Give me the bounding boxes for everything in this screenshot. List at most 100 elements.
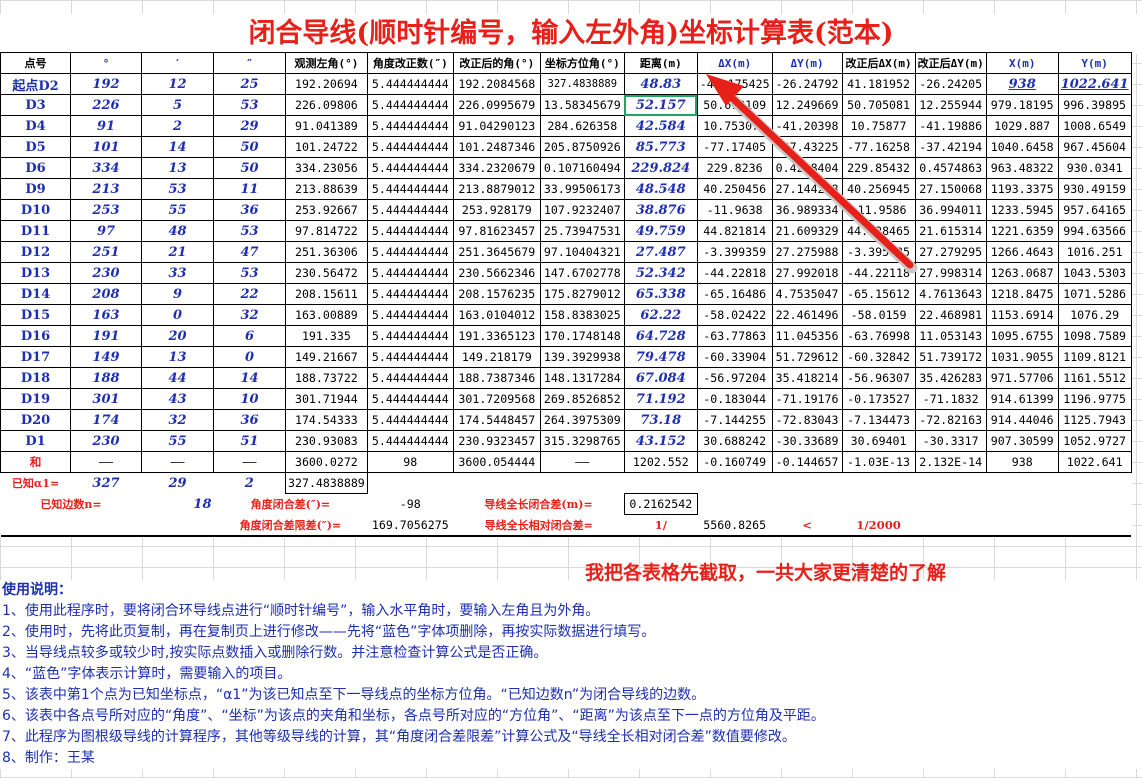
table-cell[interactable]: 5.444444444 xyxy=(366,262,454,284)
table-cell[interactable]: 0 xyxy=(141,304,214,326)
table-cell[interactable]: 163 xyxy=(70,304,142,326)
table-cell[interactable]: 73.18 xyxy=(623,409,698,431)
table-cell[interactable]: 5.444444444 xyxy=(366,283,454,305)
table-cell[interactable]: -63.77863 xyxy=(696,325,773,347)
table-cell[interactable]: 334.2320679 xyxy=(452,157,541,179)
table-cell[interactable]: -72.82163 xyxy=(914,409,987,431)
table-cell[interactable]: 269.8526852 xyxy=(539,388,625,410)
table-cell[interactable]: 25.73947531 xyxy=(539,220,625,242)
table-cell[interactable]: 253.92667 xyxy=(285,199,368,221)
table-cell[interactable]: 5.444444444 xyxy=(366,409,454,431)
table-cell[interactable]: 64.728 xyxy=(623,325,698,347)
table-cell[interactable]: -37.43225 xyxy=(771,136,843,158)
table-cell[interactable]: 4.7535047 xyxy=(771,283,843,305)
table-cell[interactable]: 226.09806 xyxy=(285,94,368,116)
table-cell[interactable]: -71.1832 xyxy=(914,388,987,410)
alpha-deg-cell[interactable]: 327 xyxy=(71,473,142,494)
angle-error-value[interactable]: -98 xyxy=(367,494,453,515)
table-cell[interactable]: 226.0995679 xyxy=(452,94,541,116)
table-cell[interactable]: 48.548 xyxy=(623,178,698,200)
relative-error-limit[interactable]: 1/2000 xyxy=(842,514,916,537)
table-cell[interactable]: 174 xyxy=(70,409,142,431)
table-cell[interactable]: 5.444444444 xyxy=(366,73,454,95)
table-cell[interactable]: 1153.6914 xyxy=(985,304,1059,326)
point-name-cell[interactable]: D10 xyxy=(0,199,71,221)
table-cell[interactable]: 0.107160494 xyxy=(539,157,625,179)
table-cell[interactable]: 5.444444444 xyxy=(366,136,454,158)
table-cell[interactable]: 1008.6549 xyxy=(1057,115,1132,137)
table-cell[interactable]: 229.85432 xyxy=(841,157,916,179)
table-cell[interactable]: 5.444444444 xyxy=(366,325,454,347)
table-cell[interactable]: 62.22 xyxy=(623,304,698,326)
point-name-cell[interactable]: 和 xyxy=(0,451,71,473)
table-cell[interactable]: 10.753078 xyxy=(696,115,773,137)
table-cell[interactable]: 5.444444444 xyxy=(366,157,454,179)
table-cell[interactable]: 301.71944 xyxy=(285,388,368,410)
table-cell[interactable]: 230 xyxy=(70,430,142,452)
table-cell[interactable]: 208.15611 xyxy=(285,283,368,305)
point-name-cell[interactable]: D18 xyxy=(0,367,71,389)
point-name-cell[interactable]: D13 xyxy=(0,262,71,284)
table-cell[interactable]: 1031.9055 xyxy=(985,346,1059,368)
table-cell[interactable]: 1098.7589 xyxy=(1057,325,1132,347)
table-cell[interactable]: 327.4838889 xyxy=(539,73,625,95)
table-cell[interactable]: 996.39895 xyxy=(1057,94,1132,116)
table-cell[interactable]: 230.56472 xyxy=(285,262,368,284)
point-name-cell[interactable]: D4 xyxy=(0,115,71,137)
table-cell[interactable]: 43 xyxy=(141,388,214,410)
table-cell[interactable]: 50 xyxy=(213,157,286,179)
table-cell[interactable]: -26.24205 xyxy=(914,73,987,95)
table-cell[interactable]: 38.876 xyxy=(623,199,698,221)
table-cell[interactable]: 33 xyxy=(141,262,214,284)
table-cell[interactable]: 1196.9775 xyxy=(1057,388,1132,410)
table-cell[interactable]: 188.73722 xyxy=(285,367,368,389)
table-cell[interactable]: 1016.251 xyxy=(1057,241,1132,263)
table-cell[interactable]: 192.2084568 xyxy=(452,73,541,95)
table-cell[interactable]: 11.053143 xyxy=(914,325,987,347)
table-cell[interactable]: 11 xyxy=(213,178,286,200)
table-cell[interactable]: 53 xyxy=(213,94,286,116)
table-cell[interactable]: 5.444444444 xyxy=(366,199,454,221)
table-cell[interactable]: 938 xyxy=(985,451,1059,473)
point-name-cell[interactable]: D16 xyxy=(0,325,71,347)
table-cell[interactable]: 149 xyxy=(70,346,142,368)
table-cell[interactable]: 22.468981 xyxy=(914,304,987,326)
table-cell[interactable]: 91 xyxy=(70,115,142,137)
table-cell[interactable]: -11.9586 xyxy=(841,199,916,221)
table-cell[interactable]: 0 xyxy=(213,346,286,368)
table-cell[interactable]: 5.444444444 xyxy=(366,241,454,263)
table-cell[interactable]: -41.20398 xyxy=(771,115,843,137)
table-cell[interactable]: 163.00889 xyxy=(285,304,368,326)
table-cell[interactable]: 5.444444444 xyxy=(366,346,454,368)
table-cell[interactable]: 5.444444444 xyxy=(366,115,454,137)
table-cell[interactable]: 930.0341 xyxy=(1057,157,1132,179)
table-cell[interactable]: 44.828465 xyxy=(841,220,916,242)
table-cell[interactable]: 213.88639 xyxy=(285,178,368,200)
table-cell[interactable]: 188 xyxy=(70,367,142,389)
table-cell[interactable]: -26.24792 xyxy=(771,73,843,95)
table-cell[interactable]: 192 xyxy=(70,73,142,95)
table-cell[interactable]: 1218.8475 xyxy=(985,283,1059,305)
table-cell[interactable]: -3.399359 xyxy=(696,241,773,263)
table-cell[interactable]: -0.173527 xyxy=(841,388,916,410)
table-cell[interactable]: -72.83043 xyxy=(771,409,843,431)
n-value-cell[interactable]: 18 xyxy=(142,494,214,515)
table-cell[interactable]: 41.181952 xyxy=(841,73,916,95)
table-cell[interactable]: 1193.3375 xyxy=(985,178,1059,200)
table-cell[interactable]: 170.1748148 xyxy=(539,325,625,347)
table-cell[interactable]: 30.69401 xyxy=(841,430,916,452)
table-cell[interactable]: 14 xyxy=(141,136,214,158)
table-cell[interactable]: 5.444444444 xyxy=(366,304,454,326)
table-cell[interactable]: 1263.0687 xyxy=(985,262,1059,284)
column-header[interactable]: 坐标方位角(°) xyxy=(539,52,625,74)
table-cell[interactable]: 230 xyxy=(70,262,142,284)
table-cell[interactable]: 10 xyxy=(213,388,286,410)
table-cell[interactable]: 40.250456 xyxy=(696,178,773,200)
table-cell[interactable]: 53 xyxy=(213,220,286,242)
point-name-cell[interactable]: D11 xyxy=(0,220,71,242)
table-cell[interactable]: 174.54333 xyxy=(285,409,368,431)
point-name-cell[interactable]: D20 xyxy=(0,409,71,431)
point-name-cell[interactable]: D17 xyxy=(0,346,71,368)
table-cell[interactable]: -77.16258 xyxy=(841,136,916,158)
table-cell[interactable]: 967.45604 xyxy=(1057,136,1132,158)
